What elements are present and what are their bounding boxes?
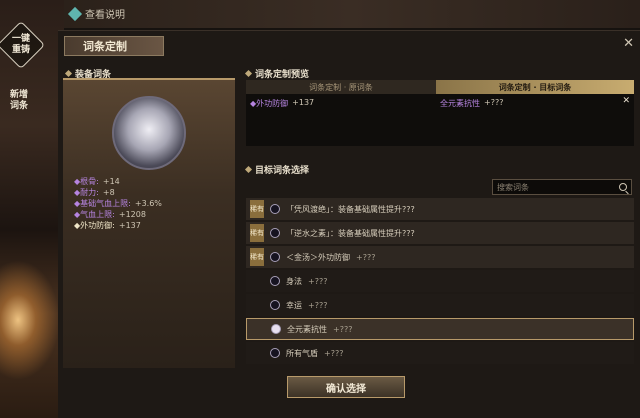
list-item[interactable]: 稀有 ＜金汤＞外功防御 +??? <box>246 246 634 268</box>
help-link[interactable]: 查看说明 <box>67 6 125 21</box>
preview-section-text: 词条定制预览 <box>255 70 310 80</box>
dialog-title: 词条定制 <box>64 36 164 56</box>
rare-badge: 稀有 <box>250 248 264 266</box>
original-entry: ◆外功防御 +137 <box>246 94 436 146</box>
radio-icon <box>270 252 280 262</box>
rare-badge: 稀有 <box>250 200 264 218</box>
section-marker-icon <box>244 165 253 174</box>
target-entry-name: 全元素抗性 <box>440 99 480 108</box>
preview-table: 词条定制 · 原词条 词条定制 · 目标词条 ◆外功防御 +137 全元素抗性 … <box>246 80 634 146</box>
target-entry-value: +??? <box>484 98 504 107</box>
preview-section-label: 词条定制预览 <box>244 67 310 80</box>
radio-selected-icon <box>271 324 281 334</box>
list-item[interactable]: 幸运 +??? <box>246 294 634 316</box>
confirm-button[interactable]: 确认选择 <box>287 376 405 398</box>
radio-icon <box>270 348 280 358</box>
search-input[interactable]: 搜索词条 <box>492 179 632 195</box>
list-item-selected[interactable]: 全元素抗性 +??? <box>246 318 634 340</box>
reset-label: 一键重铸 <box>11 34 30 55</box>
remove-target-icon[interactable]: ✕ <box>622 96 630 106</box>
list-item[interactable]: 稀有 「逆水之素」：装备基础属性提升??? <box>246 222 634 244</box>
section-marker-icon <box>244 69 253 78</box>
help-label: 查看说明 <box>85 10 125 21</box>
radio-icon <box>270 204 280 214</box>
target-list: 稀有 「凭风渡绝」：装备基础属性提升??? 稀有 「逆水之素」：装备基础属性提升… <box>246 198 634 366</box>
target-section-label: 目标词条选择 <box>244 163 310 176</box>
stat-row: ◆耐力: +8 <box>74 188 115 197</box>
stat-row: ◆气血上限: +1208 <box>74 210 146 219</box>
add-entry-button[interactable]: 新增词条 <box>6 84 32 118</box>
original-entry-value: +137 <box>292 98 315 107</box>
original-entry-name: 外功防御 <box>256 99 289 108</box>
list-item[interactable]: 稀有 「凭风渡绝」：装备基础属性提升??? <box>246 198 634 220</box>
close-icon[interactable]: ✕ <box>623 36 634 51</box>
search-icon <box>619 183 627 191</box>
candle-glow <box>0 260 60 380</box>
equip-stats: ◆根骨: +14 ◆耐力: +8 ◆基础气血上限: +3.6% ◆气血上限: +1208… <box>74 176 162 231</box>
col-original-header: 词条定制 · 原词条 <box>246 80 436 94</box>
top-bar <box>64 0 640 28</box>
radio-icon <box>270 276 280 286</box>
radio-icon <box>270 300 280 310</box>
list-item[interactable]: 所有气盾 +??? <box>246 342 634 364</box>
rare-badge: 稀有 <box>250 224 264 242</box>
search-placeholder: 搜索词条 <box>497 182 529 192</box>
col-target-header: 词条定制 · 目标词条 <box>436 80 634 94</box>
stat-row: ◆外功防御: +137 <box>74 221 141 230</box>
robe-icon <box>112 96 186 170</box>
list-item[interactable]: 身法 +??? <box>246 270 634 292</box>
stat-row: ◆根骨: +14 <box>74 177 120 186</box>
target-section-text: 目标词条选择 <box>255 166 310 176</box>
section-marker-icon <box>64 69 73 78</box>
help-icon <box>67 6 83 21</box>
stat-row: ◆基础气血上限: +3.6% <box>74 199 162 208</box>
radio-icon <box>270 228 280 238</box>
target-entry: 全元素抗性 +??? ✕ <box>436 94 634 146</box>
add-entry-label: 新增词条 <box>9 90 28 111</box>
